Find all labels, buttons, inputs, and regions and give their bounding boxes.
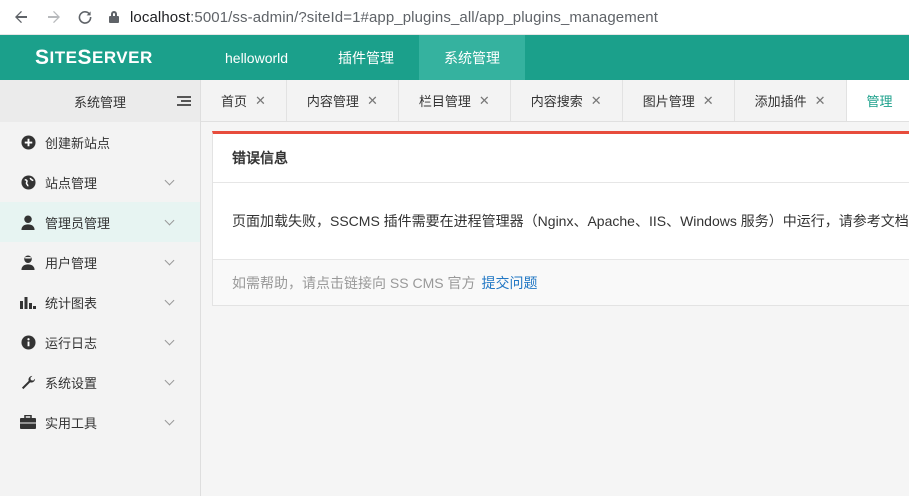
menu-toggle-icon[interactable] (177, 96, 191, 107)
chevron-down-icon (164, 335, 175, 346)
sidebar-item-settings[interactable]: 系统设置 (0, 362, 200, 402)
sidebar-item-label: 用户管理 (45, 255, 98, 271)
help-footer: 如需帮助，请点击链接向 SS CMS 官方 提交问题 (213, 260, 909, 305)
close-icon[interactable]: ✕ (591, 93, 602, 109)
tab-content-search[interactable]: 内容搜索 ✕ (511, 80, 623, 121)
info-icon (20, 334, 36, 350)
tab-channel-management[interactable]: 栏目管理 ✕ (399, 80, 511, 121)
tab-add-plugin[interactable]: 添加插件 ✕ (735, 80, 847, 121)
topnav-item-plugins[interactable]: 插件管理 (313, 35, 419, 80)
back-arrow-icon[interactable] (11, 7, 31, 27)
user-icon (20, 214, 36, 230)
sidebar-item-users[interactable]: 用户管理 (0, 242, 200, 282)
globe-icon (20, 174, 36, 190)
sidebar: 系统管理 创建新站点 站点管理 管理员管理 用户管理 统计图表 运行日志 系统设… (0, 80, 201, 496)
tab-content-management[interactable]: 内容管理 ✕ (287, 80, 399, 121)
close-icon[interactable]: ✕ (367, 93, 378, 109)
sidebar-item-logs[interactable]: 运行日志 (0, 322, 200, 362)
panel-title: 错误信息 (213, 134, 909, 183)
sidebar-item-label: 系统设置 (45, 375, 98, 391)
chevron-down-icon (164, 255, 175, 266)
error-panel: 错误信息 页面加载失败，SSCMS 插件需要在进程管理器（Nginx、Apach… (212, 131, 909, 306)
tab-home[interactable]: 首页 ✕ (201, 80, 287, 121)
sidebar-item-admins[interactable]: 管理员管理 (0, 202, 200, 242)
close-icon[interactable]: ✕ (255, 93, 266, 109)
tab-plugin-management[interactable]: 管理 (846, 80, 909, 121)
tab-image-management[interactable]: 图片管理 ✕ (623, 80, 735, 121)
browser-toolbar: localhost:5001/ss-admin/?siteId=1#app_pl… (0, 0, 909, 35)
close-icon[interactable]: ✕ (479, 93, 490, 109)
close-icon[interactable]: ✕ (815, 93, 826, 109)
sidebar-title: 系统管理 (73, 94, 126, 110)
siteserver-logo[interactable]: S ITE S ERVER (0, 35, 200, 80)
sidebar-item-sites[interactable]: 站点管理 (0, 162, 200, 202)
sidebar-item-tools[interactable]: 实用工具 (0, 402, 200, 442)
chevron-down-icon (164, 375, 175, 386)
error-message: 页面加载失败，SSCMS 插件需要在进程管理器（Nginx、Apache、IIS… (213, 183, 909, 260)
bar-chart-icon (20, 294, 36, 310)
wrench-icon (20, 374, 36, 390)
sidebar-item-label: 站点管理 (45, 175, 98, 191)
submit-issue-link[interactable]: 提交问题 (481, 273, 537, 293)
user-tie-icon (20, 254, 36, 270)
reload-icon[interactable] (75, 7, 95, 27)
chevron-down-icon (164, 215, 175, 226)
sidebar-item-label: 实用工具 (45, 415, 98, 431)
briefcase-icon (20, 414, 36, 430)
top-navbar: S ITE S ERVER helloworld 插件管理 系统管理 (0, 35, 909, 80)
sidebar-item-create-site[interactable]: 创建新站点 (0, 122, 200, 162)
sidebar-item-stats[interactable]: 统计图表 (0, 282, 200, 322)
plus-circle-icon (20, 134, 36, 150)
tab-bar: 首页 ✕ 内容管理 ✕ 栏目管理 ✕ 内容搜索 ✕ 图片管理 ✕ 添加插件 ✕ 管理 (201, 80, 909, 122)
help-text: 如需帮助，请点击链接向 SS CMS 官方 (232, 274, 476, 291)
topnav-item-system[interactable]: 系统管理 (419, 35, 526, 80)
sidebar-item-label: 统计图表 (45, 295, 98, 311)
lock-icon (109, 11, 119, 23)
sidebar-item-label: 运行日志 (45, 335, 98, 351)
topnav-item-helloworld[interactable]: helloworld (200, 35, 313, 80)
forward-arrow-icon[interactable] (44, 7, 64, 27)
close-icon[interactable]: ✕ (703, 93, 714, 109)
sidebar-item-label: 创建新站点 (45, 135, 111, 151)
url-path: :5001/ss-admin/?siteId=1#app_plugins_all… (190, 8, 658, 26)
chevron-down-icon (164, 295, 175, 306)
sidebar-item-label: 管理员管理 (45, 215, 111, 231)
chevron-down-icon (164, 415, 175, 426)
sidebar-header: 系统管理 (0, 80, 200, 122)
address-bar[interactable]: localhost:5001/ss-admin/?siteId=1#app_pl… (109, 9, 658, 26)
url-host: localhost (130, 8, 191, 26)
chevron-down-icon (164, 175, 175, 186)
